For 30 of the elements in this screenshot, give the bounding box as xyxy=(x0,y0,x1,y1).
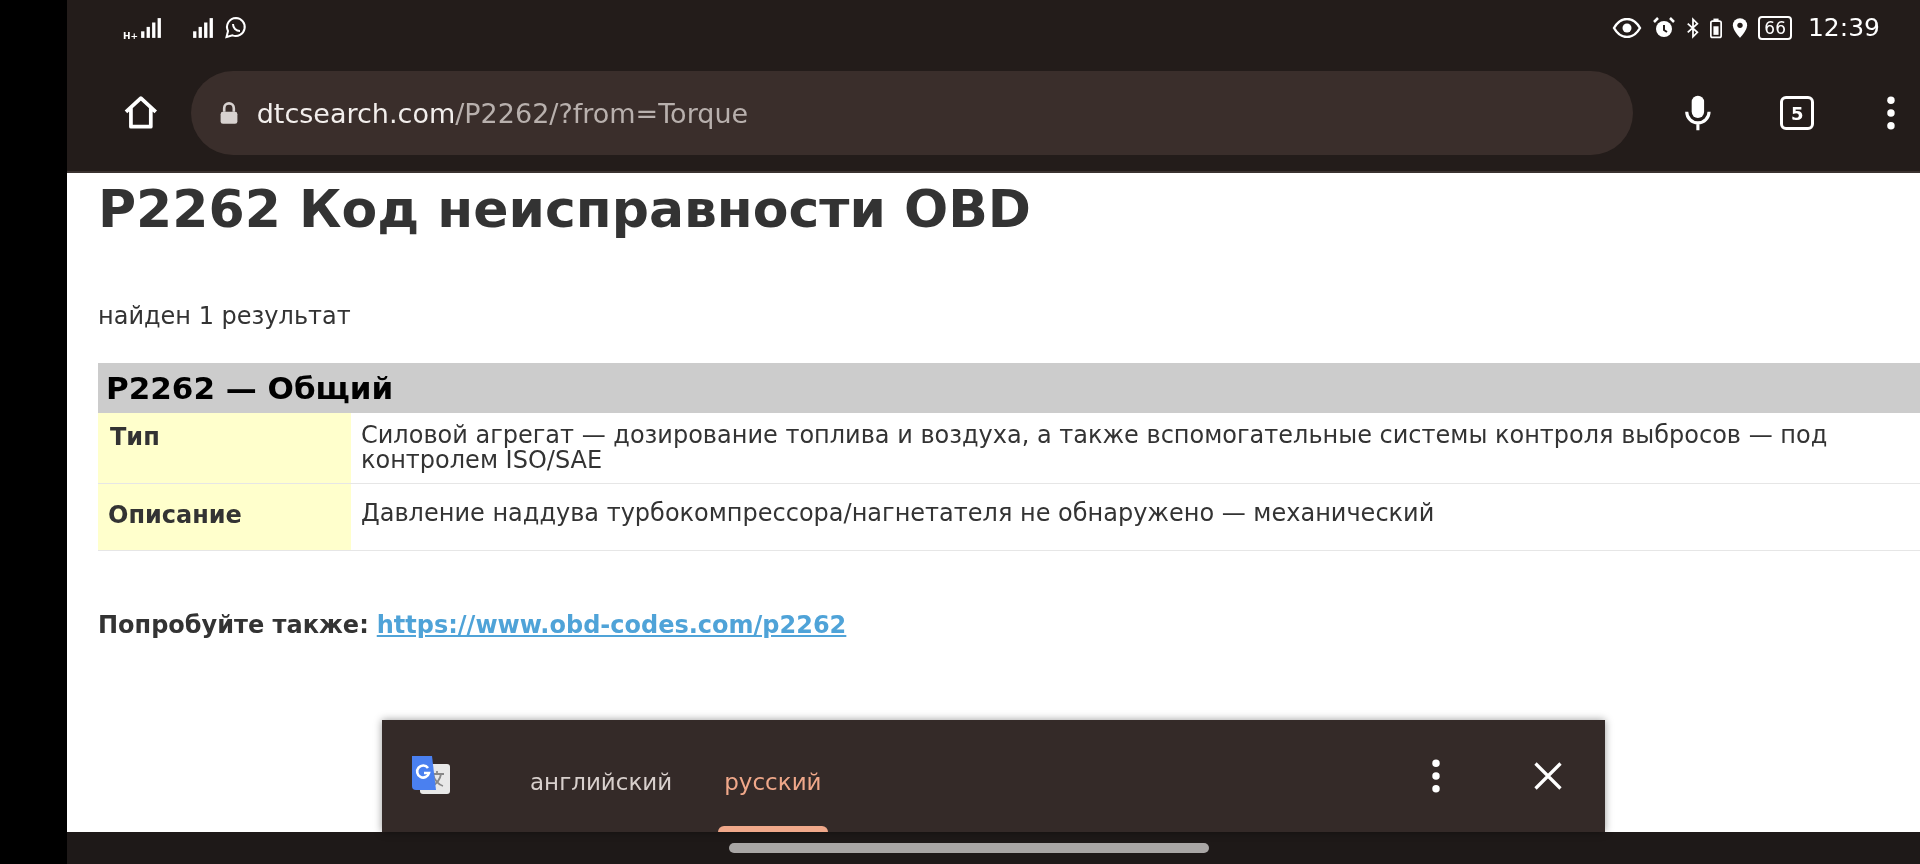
chat-bubble-icon xyxy=(224,15,249,40)
battery-saver-icon xyxy=(1710,16,1723,39)
network-type: H+ xyxy=(123,30,139,41)
tab-count-button[interactable]: 5 xyxy=(1780,96,1815,130)
address-field[interactable]: dtcsearch.com/P2262/?from=Torque xyxy=(190,71,1633,155)
table-cell: Тип xyxy=(98,413,351,483)
table-cell: Описание xyxy=(98,484,351,550)
more-options-icon[interactable] xyxy=(1886,96,1896,130)
clock-time: 12:39 xyxy=(1807,13,1880,42)
bluetooth-icon xyxy=(1686,16,1701,39)
gesture-handle[interactable] xyxy=(728,843,1209,853)
table-cell-text: Силовой агрегат — дозирование топлива и воздуха, а также вспомогательные системы контроля выбросов — под контролем ISO/SAE xyxy=(360,420,1829,476)
result-count: найден 1 результат xyxy=(98,301,352,331)
location-icon xyxy=(1732,16,1749,39)
see-also-label: Попробуйте также: xyxy=(98,611,369,639)
lock-icon xyxy=(218,101,239,125)
close-icon[interactable] xyxy=(1533,761,1563,791)
language-tab[interactable]: русский xyxy=(698,732,848,832)
table-heading: P2262 — Общий xyxy=(98,363,1920,413)
microphone-icon[interactable] xyxy=(1682,93,1713,133)
eye-icon xyxy=(1612,17,1643,38)
table-cell-text: Давление наддува турбокомпрессора/нагнетателя не обнаружено — механический xyxy=(360,498,1436,529)
language-tab[interactable]: английский xyxy=(504,732,699,832)
signal-icon xyxy=(192,17,215,38)
battery-level: 66 xyxy=(1758,15,1792,40)
page-title: P2262 Код неисправности OBD xyxy=(98,178,1033,241)
url-text: dtcsearch.com/P2262/?from=Torque xyxy=(256,97,749,129)
signal-icon xyxy=(140,17,163,38)
more-options-icon[interactable] xyxy=(1431,759,1441,793)
alarm-icon xyxy=(1652,15,1677,40)
